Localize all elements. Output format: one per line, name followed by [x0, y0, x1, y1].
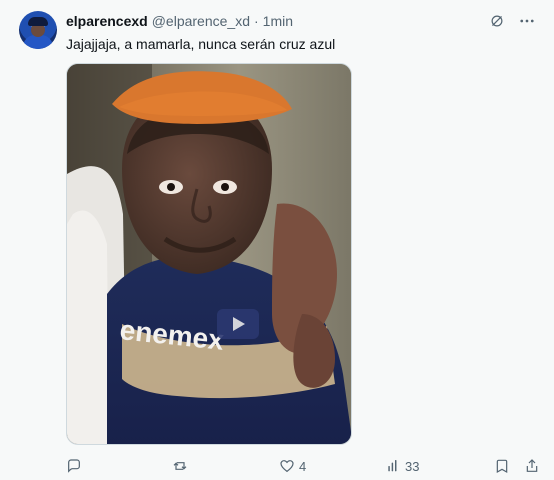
share-icon: [526, 459, 538, 472]
timestamp[interactable]: 1min: [263, 13, 293, 29]
author-name[interactable]: elparencexd: [66, 13, 148, 29]
like-button[interactable]: 4: [279, 458, 306, 474]
tweet-header: elparencexd @elparence_xd · 1min: [66, 12, 293, 30]
tweet-text: Jajajjaja, a mamarla, nunca serán cruz a…: [66, 36, 336, 52]
share-button[interactable]: [524, 458, 540, 474]
retweet-button[interactable]: [172, 458, 188, 474]
avatar-shirt: [23, 35, 53, 49]
photo-image: enemex: [67, 64, 351, 444]
tweet-photo[interactable]: enemex: [66, 63, 352, 445]
avatar-hat: [28, 17, 48, 26]
like-count: 4: [299, 458, 307, 474]
heart-icon: [280, 460, 294, 473]
views-count: 33: [405, 458, 420, 474]
bookmark-button[interactable]: [494, 458, 510, 474]
reply-icon: [68, 459, 80, 473]
views-button[interactable]: 33: [385, 458, 419, 474]
tweet-card[interactable]: elparencexd @elparence_xd · 1min Jajajja…: [0, 0, 554, 480]
more-icon[interactable]: [518, 12, 536, 30]
separator-dot: ·: [254, 13, 259, 29]
reply-button[interactable]: [66, 458, 82, 474]
retweet-icon: [173, 462, 187, 470]
avatar[interactable]: [19, 11, 57, 49]
grok-icon[interactable]: [488, 12, 506, 30]
tweet-top-icons: [488, 12, 536, 30]
author-handle[interactable]: @elparence_xd: [152, 13, 250, 29]
bar-chart-icon: [388, 460, 397, 472]
bookmark-icon: [496, 459, 508, 474]
tweet-actions: 4 33: [66, 458, 546, 478]
